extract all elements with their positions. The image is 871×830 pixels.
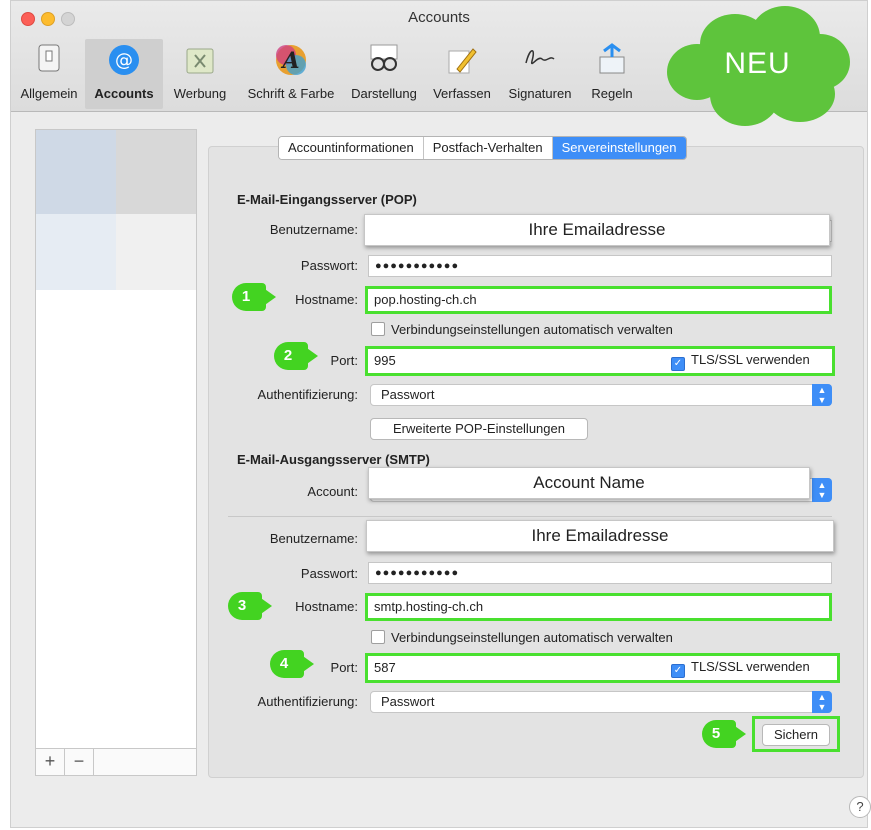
tab-servereinstellungen[interactable]: Servereinstellungen — [552, 137, 686, 159]
outgoing-hostname-field[interactable]: smtp.hosting-ch.ch — [365, 593, 832, 621]
select-arrows-icon: ▲ ▼ — [812, 691, 832, 713]
incoming-auto-settings-label: Verbindungseinstellungen automatisch ver… — [391, 322, 673, 337]
accounts-list[interactable]: + − — [35, 129, 197, 776]
incoming-hostname-label: Hostname: — [295, 292, 358, 307]
incoming-heading: E-Mail-Eingangsserver (POP) — [237, 192, 417, 207]
outgoing-auto-settings-label: Verbindungseinstellungen automatisch ver… — [391, 630, 673, 645]
outgoing-password-field[interactable]: ●●●●●●●●●●● — [368, 562, 832, 584]
select-arrows-icon: ▲ ▼ — [812, 384, 832, 406]
toolbar-item-accounts[interactable]: @ Accounts — [85, 39, 163, 109]
account-row-detail — [116, 214, 196, 290]
remove-account-button[interactable]: − — [65, 749, 94, 775]
checkmark-icon: ✓ — [671, 664, 685, 678]
svg-text:@: @ — [115, 50, 133, 71]
incoming-auth-select[interactable]: Passwort ▲ ▼ — [370, 384, 832, 406]
incoming-password-label: Passwort: — [300, 258, 358, 273]
incoming-port-label: Port: — [330, 353, 358, 368]
toolbar-item-werbung[interactable]: Werbung — [163, 39, 237, 109]
incoming-username-overlay: Ihre Emailadresse — [364, 214, 830, 246]
junk-bin-icon — [182, 43, 218, 79]
font-color-icon: A — [273, 43, 309, 79]
outgoing-username-overlay: Ihre Emailadresse — [366, 520, 834, 552]
general-switch-icon — [31, 43, 67, 79]
tab-accountinformationen[interactable]: Accountinformationen — [279, 137, 424, 159]
neu-badge-text: NEU — [724, 47, 791, 80]
outgoing-hostname-label: Hostname: — [295, 599, 358, 614]
help-button[interactable]: ? — [849, 796, 871, 818]
account-row-selected-detail — [116, 130, 196, 214]
outgoing-account-overlay: Account Name — [368, 467, 810, 499]
outgoing-auto-settings-checkbox[interactable]: Verbindungseinstellungen automatisch ver… — [371, 630, 673, 645]
checkbox-icon — [371, 322, 385, 336]
incoming-auth-value: Passwort — [381, 387, 435, 402]
select-arrows-icon: ▲ ▼ — [812, 478, 832, 502]
outgoing-port-label: Port: — [330, 660, 358, 675]
divider — [228, 516, 832, 517]
svg-text:A: A — [280, 48, 299, 74]
advanced-pop-button[interactable]: Erweiterte POP-Einstellungen — [370, 418, 588, 440]
outgoing-account-label: Account: — [307, 484, 358, 499]
checkbox-icon — [371, 630, 385, 644]
save-button[interactable]: Sichern — [762, 724, 830, 746]
toolbar-item-darstellung[interactable]: Darstellung — [343, 39, 425, 109]
glasses-icon — [366, 43, 402, 79]
account-list-controls: + − — [36, 748, 196, 775]
incoming-auth-label: Authentifizierung: — [257, 387, 358, 402]
step-marker-5: 5 — [702, 720, 748, 748]
outgoing-heading: E-Mail-Ausgangsserver (SMTP) — [237, 452, 430, 467]
outgoing-tls-checkbox[interactable]: ✓ TLS/SSL verwenden — [671, 659, 810, 678]
toolbar-item-regeln[interactable]: Regeln — [581, 39, 643, 109]
outgoing-tls-label: TLS/SSL verwenden — [691, 659, 810, 674]
incoming-tls-checkbox[interactable]: ✓ TLS/SSL verwenden — [671, 352, 810, 371]
outgoing-username-label: Benutzername: — [269, 531, 358, 546]
checkmark-icon: ✓ — [671, 357, 685, 371]
at-sign-icon: @ — [106, 43, 142, 79]
incoming-hostname-field[interactable]: pop.hosting-ch.ch — [365, 286, 832, 314]
outgoing-password-label: Passwort: — [300, 566, 358, 581]
neu-badge: NEU — [665, 4, 850, 129]
toolbar-item-verfassen[interactable]: Verfassen — [425, 39, 499, 109]
toolbar-item-schrift-farbe[interactable]: A Schrift & Farbe — [239, 39, 343, 109]
incoming-auto-settings-checkbox[interactable]: Verbindungseinstellungen automatisch ver… — [371, 322, 673, 337]
outgoing-auth-label: Authentifizierung: — [257, 694, 358, 709]
signature-icon — [522, 43, 558, 79]
rules-envelope-icon — [594, 43, 630, 79]
outgoing-auth-select[interactable]: Passwort ▲ ▼ — [370, 691, 832, 713]
incoming-username-label: Benutzername: — [269, 222, 358, 237]
outgoing-auth-value: Passwort — [381, 694, 435, 709]
toolbar-item-signaturen[interactable]: Signaturen — [499, 39, 581, 109]
add-account-button[interactable]: + — [36, 749, 65, 775]
pencil-icon — [444, 43, 480, 79]
settings-tabs: Accountinformationen Postfach-Verhalten … — [278, 136, 687, 160]
toolbar-item-allgemein[interactable]: Allgemein — [13, 39, 85, 109]
incoming-tls-label: TLS/SSL verwenden — [691, 352, 810, 367]
incoming-password-field[interactable]: ●●●●●●●●●●● — [368, 255, 832, 277]
tab-postfach-verhalten[interactable]: Postfach-Verhalten — [423, 137, 553, 159]
